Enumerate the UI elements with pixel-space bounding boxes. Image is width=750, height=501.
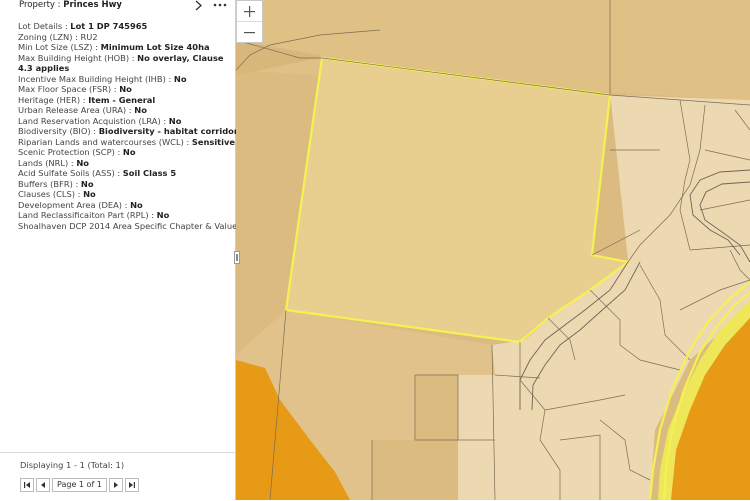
property-panel: Property : Princes Hwy Lot Details : Lot… bbox=[0, 0, 260, 501]
attribute-label: Urban Release Area (URA) : bbox=[18, 105, 135, 115]
property-value: Princes Hwy bbox=[63, 0, 122, 10]
minus-icon bbox=[244, 31, 255, 33]
property-title: Property : Princes Hwy bbox=[19, 0, 122, 11]
first-page-button[interactable] bbox=[20, 478, 34, 492]
rural-lot-south bbox=[372, 440, 458, 500]
attribute-label: Development Area (DEA) : bbox=[18, 199, 131, 210]
attribute-label: Lot Details : bbox=[18, 21, 71, 31]
map-canvas[interactable] bbox=[236, 0, 750, 500]
zoom-controls bbox=[236, 0, 263, 43]
attribute-row: Incentive Max Building Height (IHB) : No bbox=[18, 74, 234, 85]
attribute-label: Land Reservation Acquistion (LRA) : bbox=[18, 115, 169, 126]
attribute-label: Zoning (LZN) : bbox=[18, 31, 81, 42]
attribute-label: Incentive Max Building Height (IHB) : bbox=[18, 73, 174, 84]
attribute-label: Min Lot Size (LSZ) : bbox=[18, 42, 101, 52]
attribute-row: Lands (NRL) : No bbox=[18, 158, 234, 169]
attribute-row: Development Area (DEA) : No bbox=[18, 200, 234, 211]
attribute-row: Urban Release Area (URA) : No bbox=[18, 105, 234, 116]
attribute-row: Shoalhaven DCP 2014 Area Specific Chapte… bbox=[18, 221, 258, 232]
attribute-value: No bbox=[122, 147, 136, 157]
attribute-label: Max Building Height (HOB) : bbox=[18, 52, 138, 63]
attribute-value: Lot 1 DP 745965 bbox=[70, 21, 148, 31]
attribute-value: Biodiversity - habitat corridor bbox=[98, 126, 238, 136]
attribute-list: Lot Details : Lot 1 DP 745965 Zoning (LZN… bbox=[18, 21, 260, 232]
attribute-value: Item - General bbox=[88, 94, 156, 105]
attribute-value: Soil Class 5 bbox=[122, 168, 177, 178]
attribute-row: Clauses (CLS) : No bbox=[18, 189, 234, 200]
attribute-label: Heritage (HER) : bbox=[18, 94, 89, 105]
attribute-value: No bbox=[80, 178, 94, 189]
first-page-icon bbox=[24, 482, 30, 488]
last-page-button[interactable] bbox=[124, 478, 139, 492]
attribute-label: Buffers (BFR) : bbox=[18, 178, 81, 189]
attribute-label: Riparian Lands and watercourses (WCL) : bbox=[18, 136, 192, 147]
attribute-row: Land Reservation Acquistion (LRA) : No bbox=[18, 116, 234, 127]
attribute-label: Scenic Protection (SCP) : bbox=[18, 147, 123, 157]
attribute-value: No bbox=[168, 115, 182, 126]
attribute-label: Shoalhaven DCP 2014 Area Specific Chapte… bbox=[18, 220, 246, 231]
last-page-icon bbox=[128, 482, 135, 488]
panel-header: Property : Princes Hwy bbox=[0, 0, 236, 14]
attribute-row: Lot Details : Lot 1 DP 745965 bbox=[18, 21, 234, 32]
attribute-row: Min Lot Size (LSZ) : Minimum Lot Size 40… bbox=[18, 42, 234, 53]
attribute-value: No bbox=[130, 199, 143, 210]
attribute-row: Biodiversity (BIO) : Biodiversity - habi… bbox=[18, 126, 238, 137]
zoom-in-button[interactable] bbox=[237, 1, 262, 22]
attribute-value: No bbox=[156, 210, 170, 220]
attribute-row: Max Floor Space (FSR) : No bbox=[18, 84, 234, 95]
zoom-out-button[interactable] bbox=[237, 22, 262, 42]
attribute-value: No bbox=[76, 157, 89, 168]
attribute-label: Max Floor Space (FSR) : bbox=[18, 84, 120, 94]
next-page-button[interactable] bbox=[108, 478, 123, 492]
selected-lot-boundary[interactable] bbox=[284, 56, 631, 344]
attribute-row: Heritage (HER) : Item - General bbox=[18, 95, 234, 106]
attribute-row: Acid Sulfate Soils (ASS) : Soil Class 5 bbox=[18, 168, 234, 179]
more-options-icon[interactable] bbox=[212, 0, 228, 10]
previous-page-icon bbox=[41, 482, 45, 488]
attribute-label: Clauses (CLS) : bbox=[18, 189, 84, 199]
rural-lot-pocket bbox=[415, 375, 458, 440]
attribute-value: No bbox=[83, 189, 96, 199]
attribute-label: Acid Sulfate Soils (ASS) : bbox=[18, 168, 123, 178]
page-indicator: Page 1 of 1 bbox=[52, 478, 107, 492]
attribute-value: No bbox=[119, 84, 132, 94]
map-view[interactable] bbox=[236, 0, 750, 500]
property-label: Property : bbox=[19, 0, 64, 10]
attribute-label: Land Reclassificaiton Part (RPL) : bbox=[18, 210, 157, 220]
panel-footer: Displaying 1 - 1 (Total: 1) Page 1 of 1 bbox=[0, 452, 236, 501]
attribute-label: Biodiversity (BIO) : bbox=[18, 126, 99, 136]
attribute-value: No bbox=[134, 105, 147, 115]
attribute-label: Lands (NRL) : bbox=[18, 157, 77, 168]
attribute-value: RU2 bbox=[80, 31, 98, 42]
panel-resize-handle[interactable] bbox=[234, 251, 240, 264]
attribute-row: Land Reclassificaiton Part (RPL) : No bbox=[18, 210, 234, 221]
attribute-row: Scenic Protection (SCP) : No bbox=[18, 147, 234, 158]
attribute-row: Riparian Lands and watercourses (WCL) : … bbox=[18, 136, 260, 148]
attribute-value: Minimum Lot Size 40ha bbox=[100, 42, 210, 52]
result-count: Displaying 1 - 1 (Total: 1) bbox=[20, 460, 125, 470]
plus-icon bbox=[244, 5, 255, 17]
attribute-row: Zoning (LZN) : RU2 bbox=[18, 32, 234, 43]
attribute-row: Buffers (BFR) : No bbox=[18, 179, 234, 190]
pagination: Page 1 of 1 bbox=[20, 477, 141, 493]
previous-page-button[interactable] bbox=[36, 478, 50, 492]
attribute-value: No bbox=[173, 73, 187, 84]
chevron-right-icon[interactable] bbox=[194, 0, 203, 11]
next-page-icon bbox=[113, 482, 118, 488]
attribute-row: Max Building Height (HOB) : No overlay, … bbox=[18, 53, 234, 74]
